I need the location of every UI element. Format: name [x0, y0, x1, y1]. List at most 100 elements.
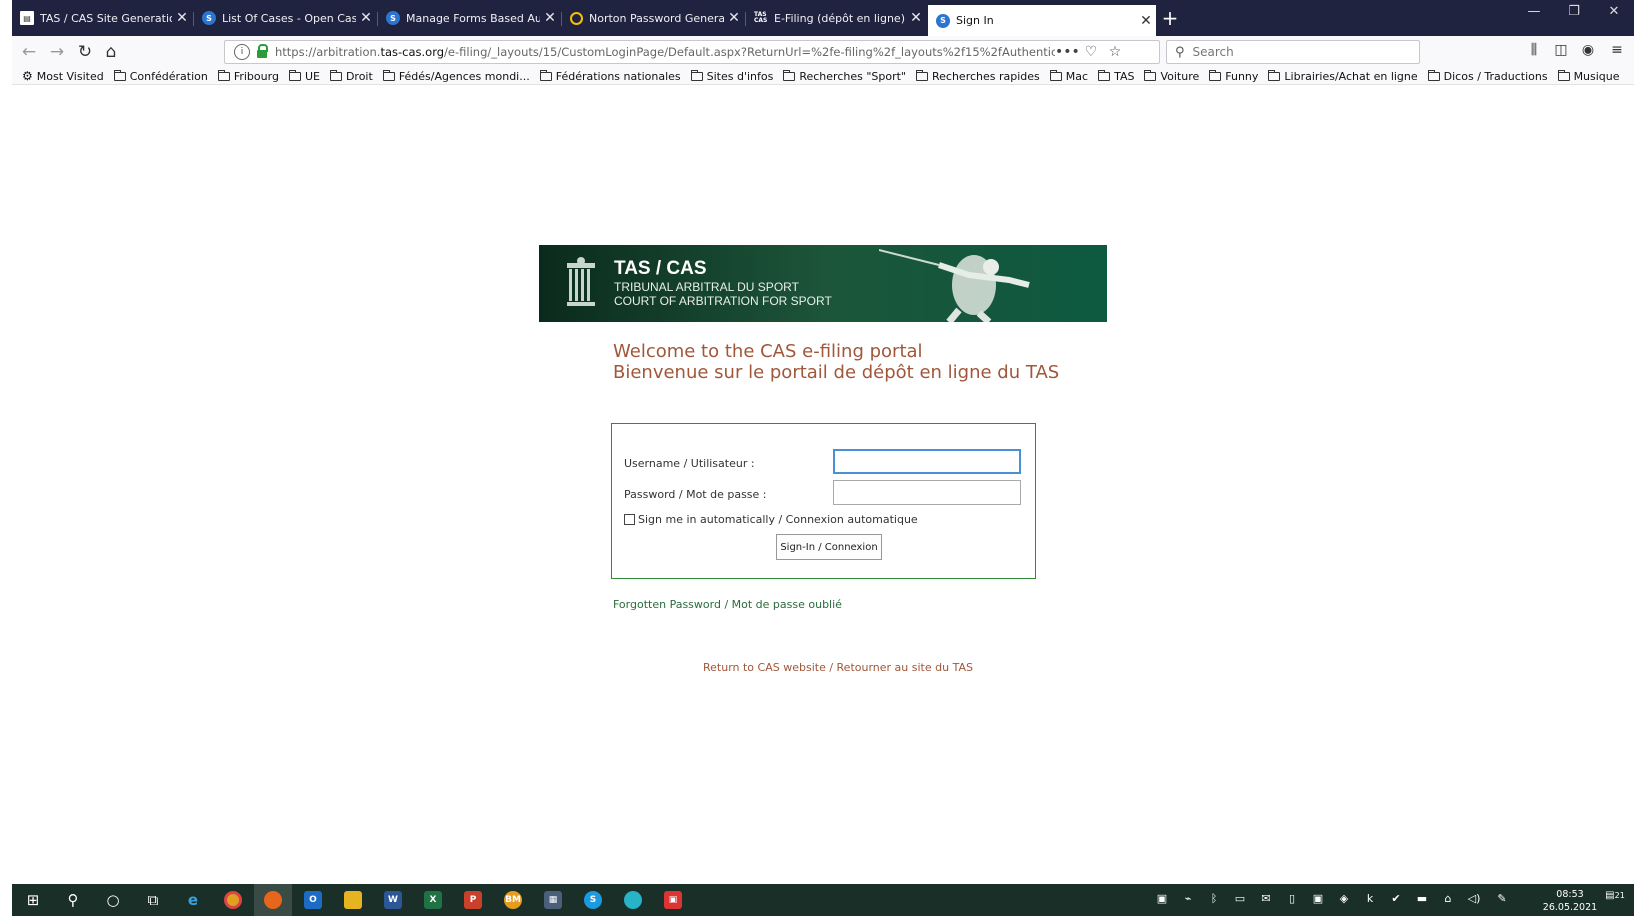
network-tray-icon[interactable]: ⌁ [1178, 892, 1198, 905]
url-text[interactable]: https://arbitration.tas-cas.org/e-filing… [275, 45, 1055, 59]
remember-me-label[interactable]: Sign me in automatically / Connexion aut… [638, 513, 918, 526]
security-icon[interactable]: ◈ [1334, 892, 1354, 905]
lock-icon [257, 44, 268, 58]
display-icon[interactable]: ▣ [1308, 892, 1328, 905]
bookmark-star-icon[interactable]: ☆ [1103, 44, 1127, 60]
file-explorer-icon[interactable] [334, 888, 372, 912]
tab-tas-cas-site-generation[interactable]: ▤ TAS / CAS Site Generation ✕ [12, 4, 192, 32]
bookmark-folder[interactable]: UE [288, 69, 320, 83]
app-icon[interactable] [614, 888, 652, 912]
bluetooth-icon[interactable]: ᛒ [1204, 892, 1224, 905]
folder-icon [1144, 69, 1157, 81]
firefox-icon[interactable] [254, 884, 292, 916]
chrome-icon[interactable] [214, 888, 252, 912]
library-icon[interactable]: ⫼ [1522, 42, 1546, 62]
account-icon[interactable]: ◉ [1576, 42, 1600, 62]
username-label: Username / Utilisateur : [624, 457, 755, 470]
return-to-cas-link[interactable]: Return to CAS website / Retourner au sit… [703, 661, 973, 674]
restore-button[interactable]: ❐ [1554, 4, 1594, 19]
clock[interactable]: 08:53 26.05.2021 [1540, 888, 1600, 914]
tab-manage-forms[interactable]: S Manage Forms Based Authenti ✕ [378, 4, 560, 32]
word-icon[interactable]: W [374, 888, 412, 912]
shield-app-icon[interactable]: ▣ [654, 888, 692, 912]
powerpoint-icon[interactable]: P [454, 888, 492, 912]
volume-icon[interactable]: ◁) [1464, 892, 1484, 905]
close-icon[interactable]: ✕ [540, 10, 560, 26]
navigation-toolbar: ← → ↻ ⌂ i https://arbitration.tas-cas.or… [12, 36, 1634, 68]
close-icon[interactable]: ✕ [906, 10, 926, 26]
password-input[interactable] [833, 480, 1021, 505]
bookmark-folder[interactable]: TAS [1098, 69, 1134, 83]
usb-icon[interactable]: ▯ [1282, 892, 1302, 905]
task-view-icon[interactable]: ⧉ [134, 888, 172, 912]
bookmark-folder[interactable]: Funny [1209, 69, 1258, 83]
search-icon[interactable]: ⚲ [54, 888, 92, 912]
home-button[interactable]: ⌂ [98, 41, 124, 63]
bookmark-folder[interactable]: Fédés/Agences mondi... [382, 69, 530, 83]
bookmark-folder[interactable]: Fédérations nationales [539, 69, 681, 83]
forward-button[interactable]: → [44, 41, 70, 63]
address-bar[interactable]: i https://arbitration.tas-cas.org/e-fili… [224, 40, 1160, 64]
sign-in-button[interactable]: Sign-In / Connexion [776, 534, 882, 560]
wifi-icon[interactable]: ⌂ [1438, 892, 1458, 905]
info-icon[interactable]: i [234, 44, 250, 60]
url-prefix: https://arbitration. [275, 45, 381, 59]
excel-icon[interactable]: X [414, 888, 452, 912]
close-icon[interactable]: ✕ [356, 10, 376, 26]
page-actions-icon[interactable]: ••• [1055, 44, 1080, 60]
bookmark-folder[interactable]: Recherches "Sport" [783, 69, 906, 83]
minimize-button[interactable]: — [1514, 4, 1554, 19]
bookmark-folder[interactable]: Voiture [1144, 69, 1199, 83]
reload-button[interactable]: ↻ [72, 41, 98, 63]
forgot-password-link[interactable]: Forgotten Password / Mot de passe oublié [613, 598, 842, 611]
bookmark-folder[interactable]: Dicos / Traductions [1427, 69, 1548, 83]
sidebar-icon[interactable]: ◫ [1549, 42, 1573, 62]
check-shield-icon[interactable]: ✔ [1386, 892, 1406, 905]
bookmark-most-visited[interactable]: ⚙ Most Visited [22, 69, 104, 83]
tab-norton-password[interactable]: Norton Password Generator ✕ [562, 4, 744, 32]
bookmark-label: Fédés/Agences mondi... [398, 69, 530, 83]
pen-icon[interactable]: ✎ [1492, 892, 1512, 905]
k-app-icon[interactable]: k [1360, 892, 1380, 905]
bookmark-folder[interactable]: Librairies/Achat en ligne [1268, 69, 1418, 83]
tas-cas-icon: TAS CAS [754, 11, 768, 24]
edge-icon[interactable]: e [174, 888, 212, 912]
cortana-icon[interactable]: ○ [94, 888, 132, 912]
bookmark-label: UE [304, 69, 320, 83]
close-icon[interactable]: ✕ [1136, 13, 1156, 29]
username-input[interactable] [833, 449, 1021, 474]
bookmark-folder[interactable]: Fribourg [217, 69, 279, 83]
bookmark-folder[interactable]: Mac [1049, 69, 1088, 83]
action-center-icon[interactable]: ▤21 [1604, 890, 1626, 910]
remember-me-checkbox[interactable] [624, 514, 635, 525]
tab-list-of-cases[interactable]: S List Of Cases - Open Cases ✕ [194, 4, 376, 32]
bookmark-folder[interactable]: Recherches rapides [916, 69, 1040, 83]
outlook-icon[interactable]: O [294, 888, 332, 912]
search-icon: ⚲ [1175, 44, 1185, 60]
search-input[interactable]: ⚲ Search [1166, 40, 1420, 64]
close-icon[interactable]: ✕ [724, 10, 744, 26]
bm-app-icon[interactable]: BM [494, 888, 532, 912]
close-icon[interactable]: ✕ [172, 10, 192, 26]
outlook-tray-icon[interactable]: ▣ [1152, 892, 1172, 905]
calculator-icon[interactable]: ▦ [534, 888, 572, 912]
sharepoint-icon: S [936, 13, 950, 28]
windows-start-icon[interactable]: ⊞ [14, 888, 52, 912]
pocket-icon[interactable]: ♡ [1079, 44, 1103, 60]
new-tab-button[interactable]: + [1158, 6, 1182, 30]
bookmark-folder[interactable]: Droit [329, 69, 373, 83]
bookmark-label: Librairies/Achat en ligne [1284, 69, 1418, 83]
back-button[interactable]: ← [16, 41, 42, 63]
tab-e-filing[interactable]: TAS CAS E-Filing (dépôt en ligne) - Trib… [746, 4, 926, 32]
bookmark-folder[interactable]: Musique [1557, 69, 1620, 83]
bookmark-folder[interactable]: Confédération [113, 69, 208, 83]
bookmark-folder[interactable]: Sites d'infos [690, 69, 773, 83]
menu-icon[interactable]: ≡ [1605, 42, 1629, 62]
mail-icon[interactable]: ✉ [1256, 892, 1276, 905]
skype-icon[interactable]: S [574, 888, 612, 912]
folder-icon [1557, 69, 1570, 81]
window-close-button[interactable]: ✕ [1594, 4, 1634, 19]
tab-sign-in[interactable]: S Sign In ✕ [928, 5, 1156, 36]
clipboard-icon[interactable]: ▭ [1230, 892, 1250, 905]
battery-icon[interactable]: ▬ [1412, 892, 1432, 905]
